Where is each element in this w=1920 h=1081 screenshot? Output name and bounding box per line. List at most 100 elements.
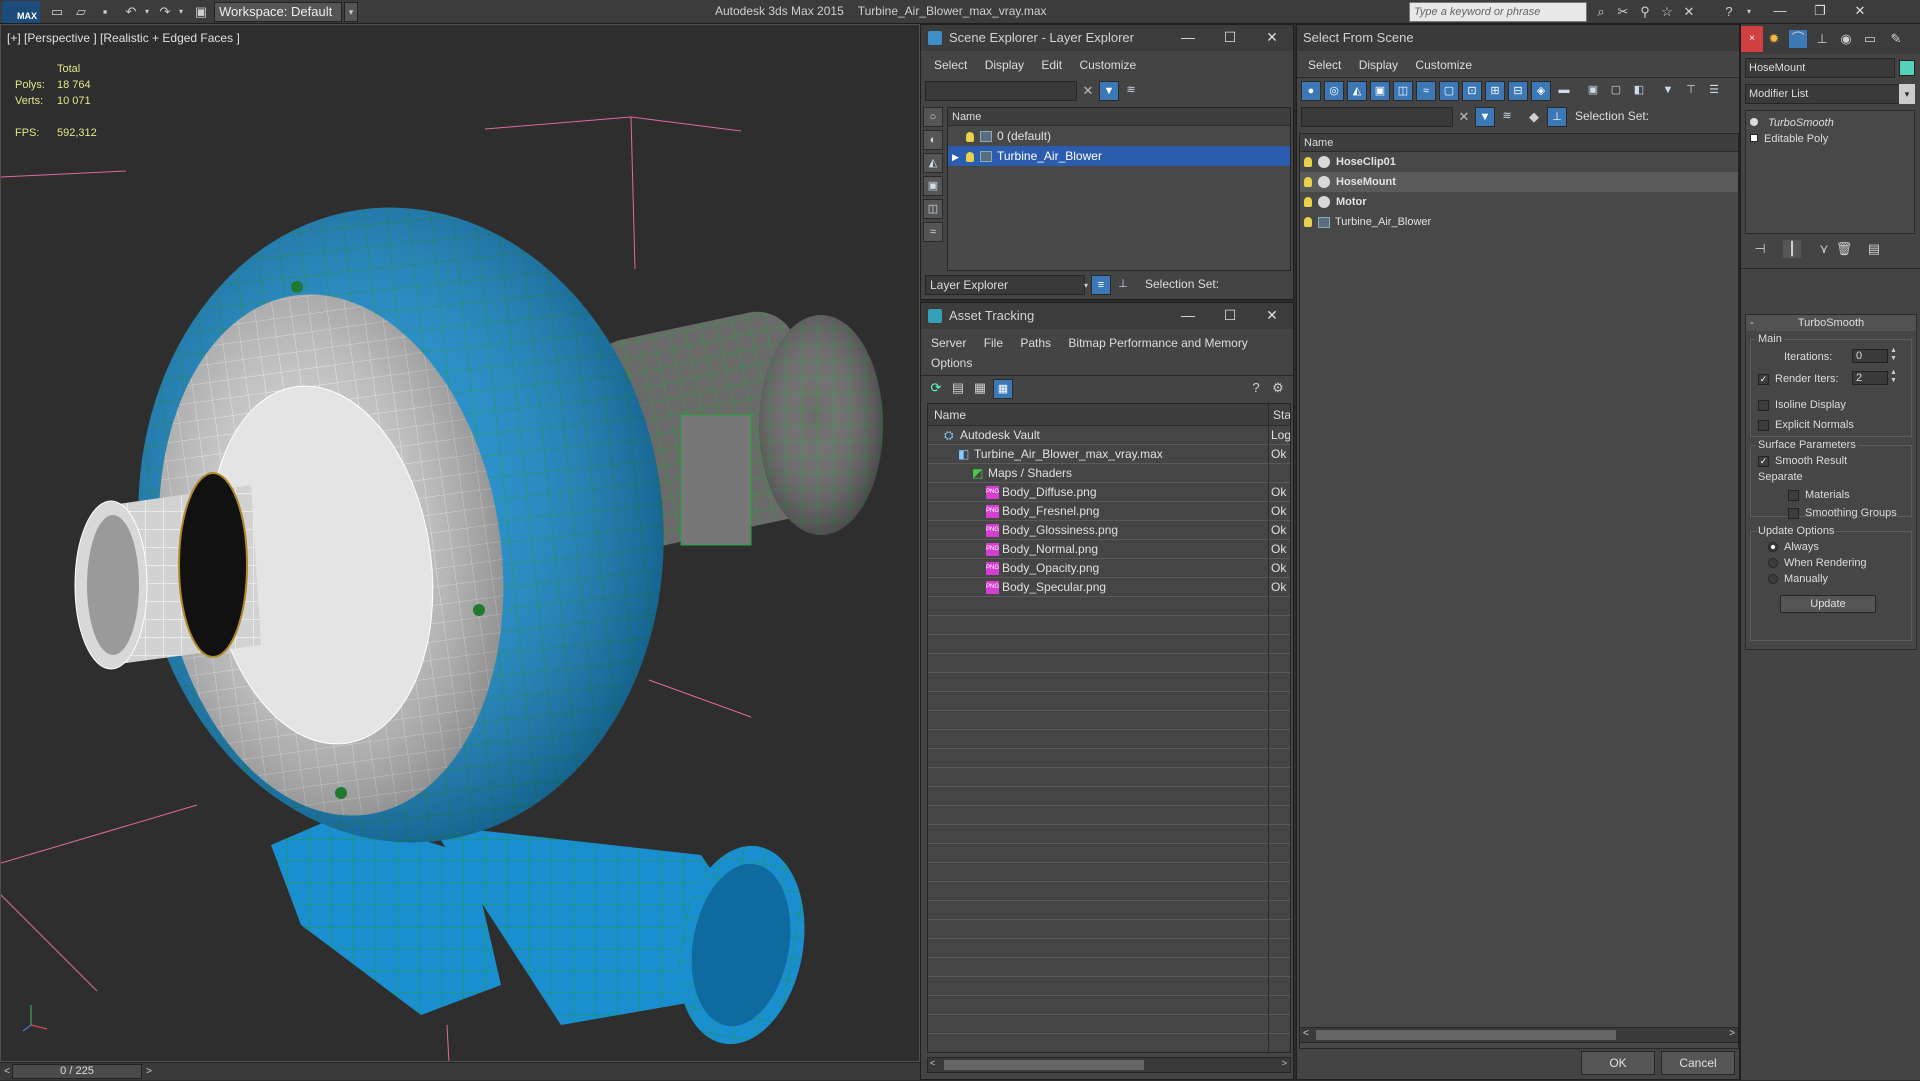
display-spacewarps-icon[interactable]: ≈ xyxy=(923,222,943,242)
clear-search-icon[interactable]: ✕ xyxy=(1455,108,1473,126)
light-bulb-icon[interactable] xyxy=(1304,157,1312,168)
isoline-checkbox[interactable] xyxy=(1758,399,1769,411)
materials-row[interactable]: Materials xyxy=(1788,489,1850,501)
scrollbar-thumb[interactable] xyxy=(944,1060,1144,1070)
object-column-name[interactable]: Name xyxy=(1300,134,1738,152)
workspace-menu-icon[interactable]: ▾ xyxy=(344,2,358,22)
cancel-button[interactable]: Cancel xyxy=(1661,1051,1735,1075)
scroll-left-icon[interactable]: < xyxy=(930,1058,935,1068)
scene-object-row[interactable]: Turbine_Air_Blower xyxy=(1300,212,1738,232)
display-shapes-icon[interactable]: ◐ xyxy=(923,130,943,150)
layers-toggle-icon[interactable]: ≡ xyxy=(1091,275,1111,295)
menu-display[interactable]: Display xyxy=(978,55,1031,75)
menu-bitmap-performance[interactable]: Bitmap Performance and Memory xyxy=(1061,333,1254,353)
materials-checkbox[interactable] xyxy=(1788,489,1799,501)
column-name[interactable]: Name xyxy=(934,404,966,426)
always-radio[interactable] xyxy=(1768,542,1778,553)
scene-object-row[interactable]: HoseClip01 xyxy=(1300,152,1738,172)
save-icon[interactable]: ▪ xyxy=(96,3,114,21)
scroll-left-icon[interactable]: < xyxy=(1303,1028,1309,1039)
refresh-icon[interactable]: ⟳ xyxy=(927,379,945,397)
configure-sets-icon[interactable]: ▤ xyxy=(1865,240,1883,258)
object-color-swatch[interactable] xyxy=(1899,60,1915,76)
asset-row[interactable]: ◩ Maps / Shaders xyxy=(928,464,1290,483)
motion-tab-icon[interactable]: ◉ xyxy=(1837,30,1855,48)
container-filter-icon[interactable]: ⊟ xyxy=(1508,81,1528,101)
display-helpers-icon[interactable]: ◫ xyxy=(923,199,943,219)
open-file-icon[interactable]: ▱ xyxy=(72,3,90,21)
filter-funnel-icon[interactable]: ▼ xyxy=(1658,81,1678,101)
clear-filter-icon[interactable]: ✕ xyxy=(1079,82,1097,100)
ok-button[interactable]: OK xyxy=(1581,1051,1655,1075)
when-rendering-radio[interactable] xyxy=(1768,558,1778,569)
maximize-icon[interactable]: ☐ xyxy=(1209,303,1251,329)
menu-customize[interactable]: Customize xyxy=(1408,55,1479,75)
layer-filter-icon[interactable]: ≋ xyxy=(1497,107,1517,127)
restore-icon[interactable]: ❐ xyxy=(1800,0,1840,24)
display-tab-icon[interactable]: ▭ xyxy=(1861,30,1879,48)
minimize-icon[interactable]: — xyxy=(1760,0,1800,24)
update-button[interactable]: Update xyxy=(1780,595,1876,613)
filter-toggle-icon[interactable]: ▼ xyxy=(1475,107,1495,127)
column-status[interactable]: Statu xyxy=(1273,404,1290,426)
scene-explorer-titlebar[interactable]: Scene Explorer - Layer Explorer — ☐ ✕ xyxy=(921,25,1293,51)
new-file-icon[interactable]: ▭ xyxy=(48,3,66,21)
workspace-dropdown[interactable]: Workspace: Default xyxy=(214,2,342,22)
remove-modifier-icon[interactable]: 🗑 xyxy=(1835,240,1853,258)
display-geometry-icon[interactable]: ○ xyxy=(923,107,943,127)
asset-row[interactable]: PNG Body_Glossiness.png Ok xyxy=(928,521,1290,540)
display-lights-icon[interactable]: ◭ xyxy=(923,153,943,173)
horizontal-scrollbar[interactable]: < > xyxy=(927,1057,1291,1073)
shape-filter-icon[interactable]: ◎ xyxy=(1324,81,1344,101)
modifier-list-dropdown[interactable]: Modifier List xyxy=(1745,84,1915,104)
explicit-normals-row[interactable]: Explicit Normals xyxy=(1758,419,1854,431)
project-folder-icon[interactable]: ▣ xyxy=(192,3,210,21)
horizontal-scrollbar[interactable]: < > xyxy=(1299,1027,1739,1043)
pin-stack-icon[interactable]: ⊣ xyxy=(1751,240,1769,258)
smooth-result-checkbox[interactable]: ✓ xyxy=(1758,455,1769,467)
smoothing-groups-checkbox[interactable] xyxy=(1788,507,1799,519)
explorer-type-dropdown[interactable]: Layer Explorer xyxy=(925,275,1085,295)
close-icon[interactable]: ✕ xyxy=(1251,303,1293,329)
select-none-icon[interactable]: ▢ xyxy=(1606,81,1626,101)
menu-customize[interactable]: Customize xyxy=(1072,55,1143,75)
manually-radio[interactable] xyxy=(1768,574,1778,585)
maximize-icon[interactable]: ☐ xyxy=(1209,25,1251,51)
filter-toggle-icon[interactable]: ▼ xyxy=(1099,81,1119,101)
search-input[interactable]: Type a keyword or phrase xyxy=(1409,2,1587,22)
scene-object-row[interactable]: Motor xyxy=(1300,192,1738,212)
search-scene-input[interactable] xyxy=(1301,107,1453,127)
hierarchy-filter-icon[interactable]: ⊤ xyxy=(1681,81,1701,101)
table-view-icon[interactable]: ▦ xyxy=(971,379,989,397)
sort-layers-icon[interactable]: ◆ xyxy=(1525,108,1543,126)
smooth-result-row[interactable]: ✓ Smooth Result xyxy=(1758,455,1847,467)
asset-row[interactable]: PNG Body_Normal.png Ok xyxy=(928,540,1290,559)
menu-select[interactable]: Select xyxy=(927,55,974,75)
scene-object-row[interactable]: HoseMount xyxy=(1300,172,1738,192)
utilities-tab-icon[interactable]: ✎ xyxy=(1887,30,1905,48)
hidden-filter-icon[interactable]: ▬ xyxy=(1554,81,1574,101)
asset-row[interactable]: ◧ Turbine_Air_Blower_max_vray.max Ok xyxy=(928,445,1290,464)
hierarchy-view-icon[interactable]: ⊥ xyxy=(1547,107,1567,127)
always-row[interactable]: Always xyxy=(1768,541,1819,553)
hierarchy-icon[interactable]: ⊥ xyxy=(1113,275,1133,295)
expand-arrow-icon[interactable]: ▶ xyxy=(952,147,966,167)
asset-row[interactable]: PNG Body_Fresnel.png Ok xyxy=(928,502,1290,521)
perspective-viewport[interactable]: [+] [Perspective ] [Realistic + Edged Fa… xyxy=(0,24,920,1062)
options-icon[interactable]: ☰ xyxy=(1704,81,1724,101)
stack-item[interactable]: Editable Poly xyxy=(1750,133,1828,145)
help-dropdown-icon[interactable]: ▾ xyxy=(1740,3,1758,21)
connect-icon[interactable]: ⚲ xyxy=(1636,3,1654,21)
select-all-icon[interactable]: ▣ xyxy=(1583,81,1603,101)
redo-dropdown-icon[interactable]: ▾ xyxy=(172,3,190,21)
camera-filter-icon[interactable]: ▣ xyxy=(1370,81,1390,101)
layer-row[interactable]: ▶ Turbine_Air_Blower xyxy=(948,146,1290,166)
scroll-right-icon[interactable]: > xyxy=(1729,1028,1735,1039)
next-frame-icon[interactable]: > xyxy=(140,1063,158,1081)
menu-options[interactable]: Options xyxy=(924,353,979,373)
helper-filter-icon[interactable]: ◫ xyxy=(1393,81,1413,101)
select-invert-icon[interactable]: ◧ xyxy=(1629,81,1649,101)
smoothing-groups-row[interactable]: Smoothing Groups xyxy=(1788,507,1897,519)
rollout-header[interactable]: - TurboSmooth xyxy=(1746,315,1916,331)
create-tab-icon[interactable]: ✹ xyxy=(1765,30,1783,48)
